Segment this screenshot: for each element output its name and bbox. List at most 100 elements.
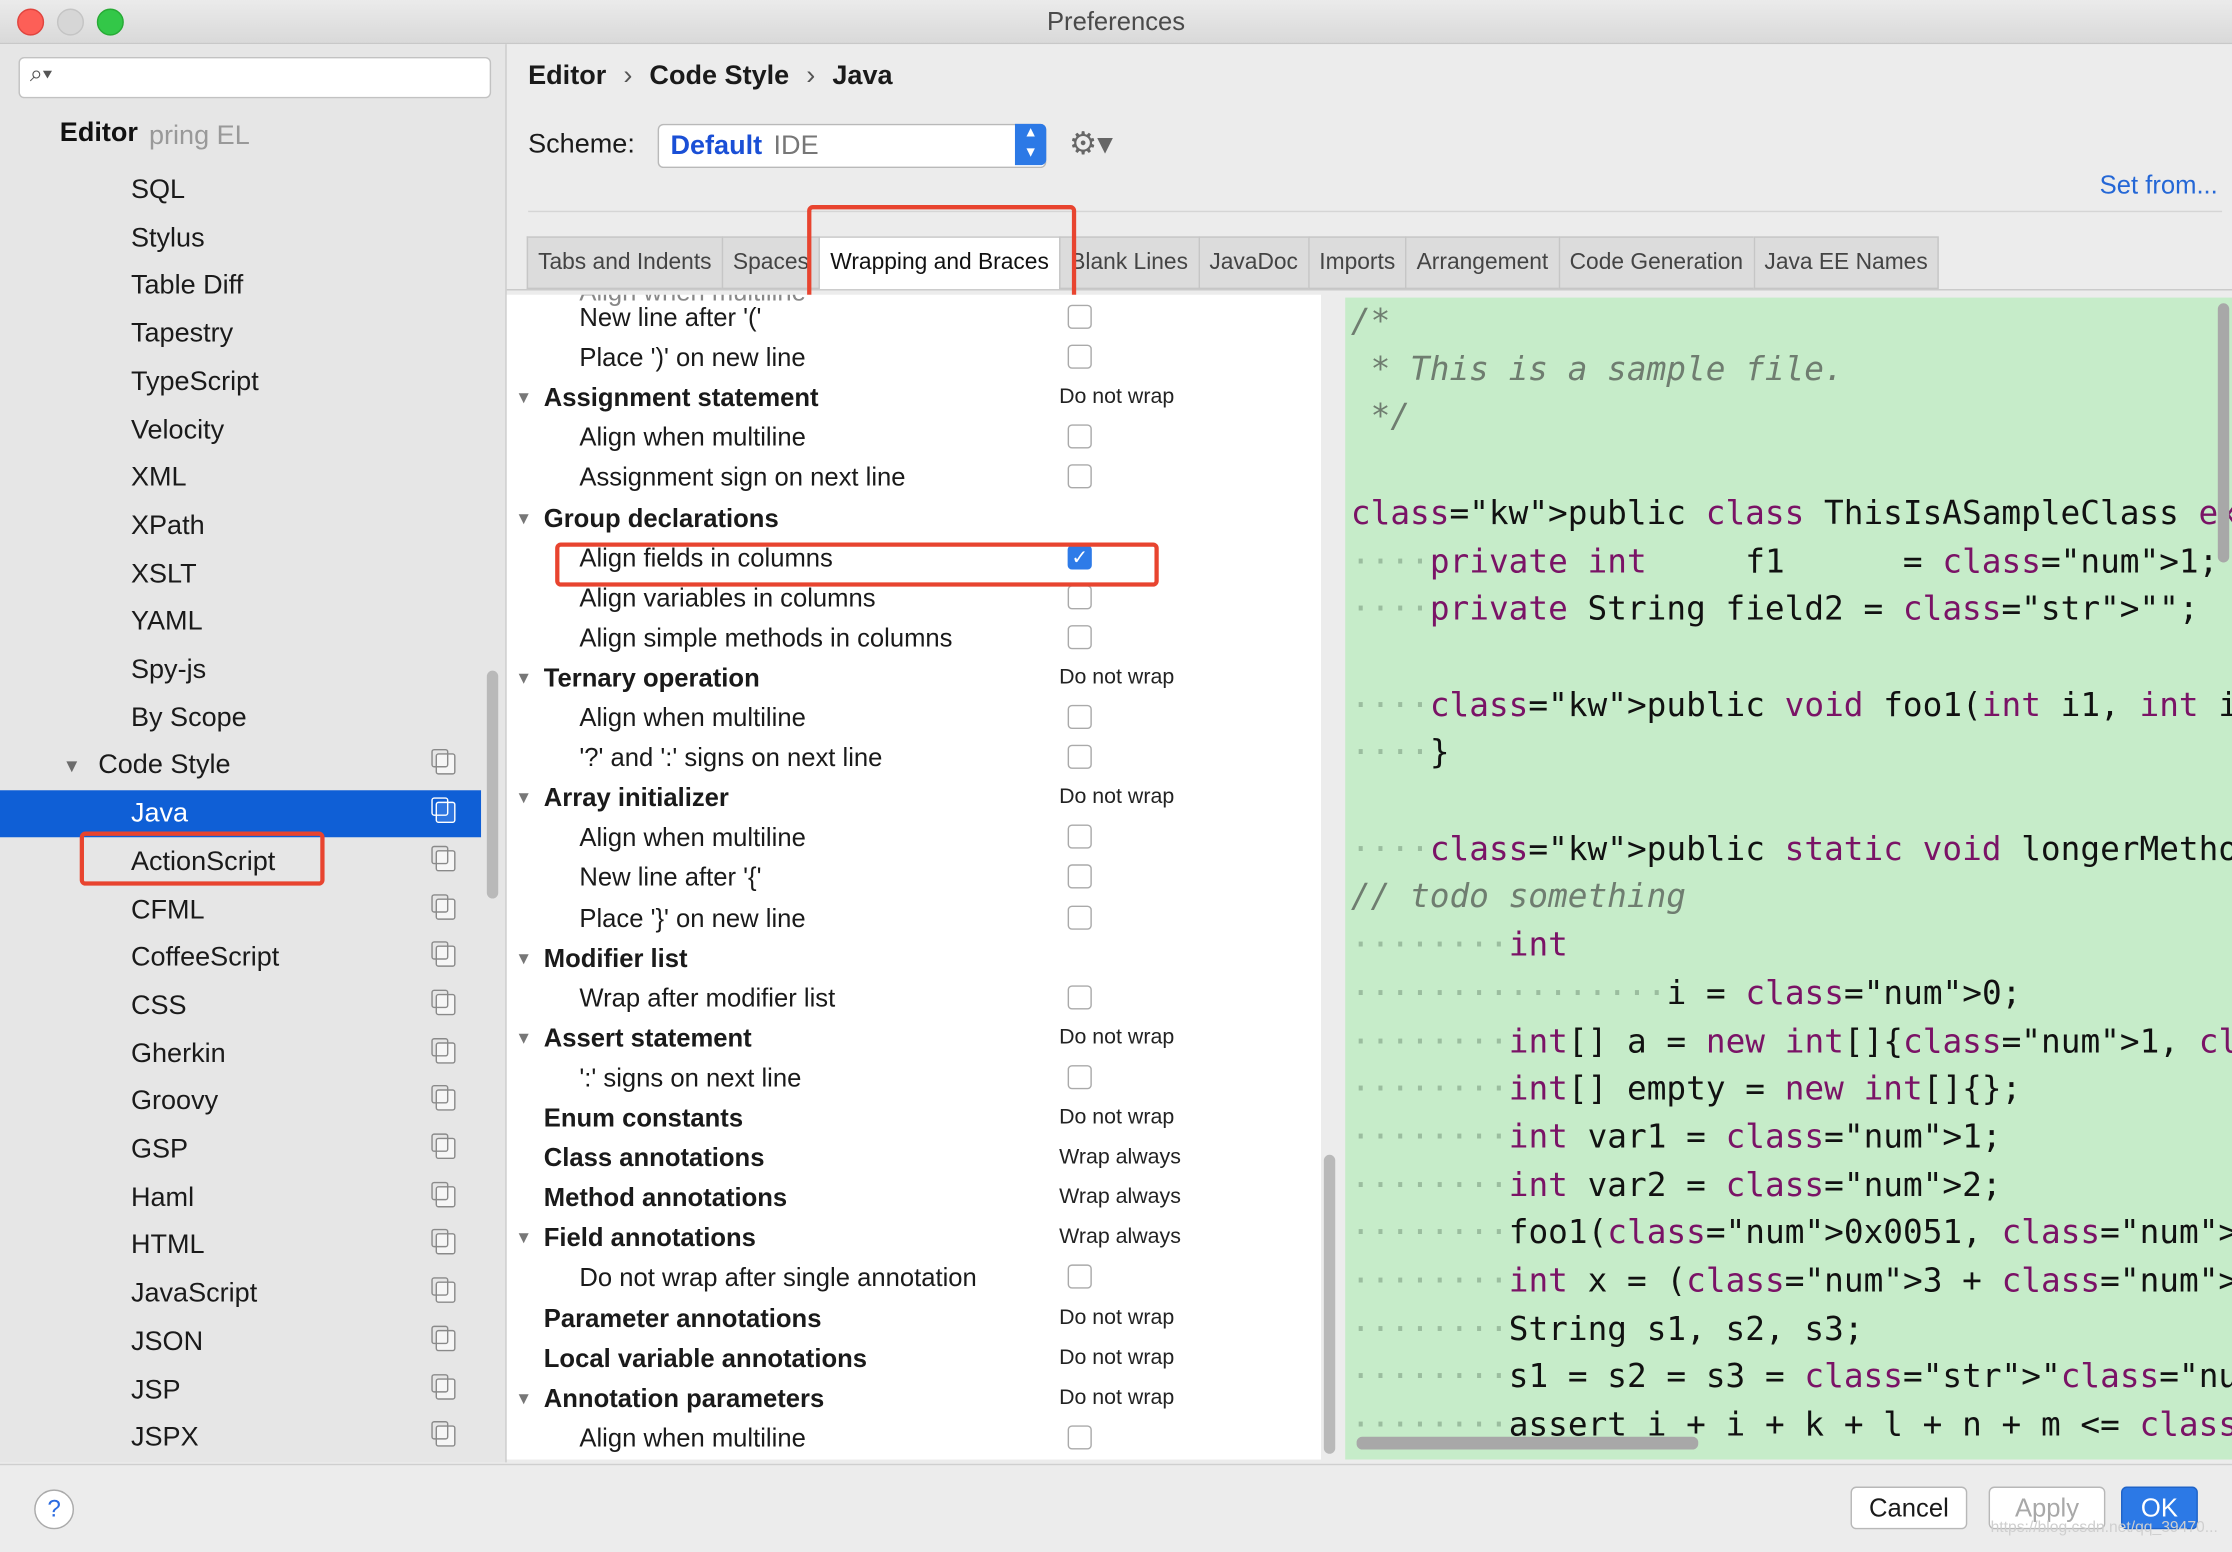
sidebar-item[interactable]: JavaScript	[0, 1270, 481, 1317]
sidebar-item[interactable]: SQL	[0, 167, 481, 214]
code-line: ····private int f1 = class="num">1;	[1350, 543, 2219, 581]
wrap-mode-select[interactable]: Do not wrap	[1059, 778, 1174, 818]
option-checkbox[interactable]	[1067, 824, 1092, 850]
breadcrumb-editor[interactable]: Editor	[528, 61, 606, 91]
option-label: Align when multiline	[579, 703, 806, 732]
tab-tabs-and-indents[interactable]: Tabs and Indents	[526, 236, 722, 290]
sidebar-item[interactable]: Gherkin	[0, 1030, 481, 1077]
preview-vertical-scrollbar[interactable]	[2217, 303, 2230, 563]
sidebar-item[interactable]: JSP	[0, 1366, 481, 1413]
option-row: ▼ Annotation parameters Do not wrap	[507, 1378, 1321, 1418]
scheme-select[interactable]: Default IDE ▲ ▼	[657, 123, 1047, 169]
sidebar-item[interactable]: Groovy	[0, 1078, 481, 1125]
cancel-button[interactable]: Cancel	[1850, 1486, 1968, 1530]
wrap-mode-select[interactable]: Do not wrap	[1059, 1338, 1174, 1378]
copy-scheme-icon	[431, 1181, 456, 1208]
sidebar-item-label: XPath	[130, 511, 205, 541]
breadcrumb-code-style[interactable]: Code Style	[649, 61, 789, 91]
sidebar-item[interactable]: Spy-js	[0, 646, 481, 693]
sidebar-item[interactable]: CSS	[0, 982, 481, 1029]
collapse-triangle-icon[interactable]: ▼	[515, 658, 532, 698]
wrap-mode-select[interactable]: Do not wrap	[1059, 1018, 1174, 1058]
sidebar-item[interactable]: By Scope	[0, 694, 481, 741]
sidebar-item[interactable]: CoffeeScript	[0, 934, 481, 981]
collapse-triangle-icon[interactable]: ▼	[515, 1018, 532, 1058]
sidebar-item[interactable]: HTML	[0, 1222, 481, 1269]
copy-scheme-icon	[431, 1421, 456, 1447]
sidebar-item[interactable]: JSPX	[0, 1414, 481, 1461]
wrap-mode-select[interactable]: Wrap always	[1059, 1218, 1181, 1258]
option-checkbox[interactable]	[1067, 304, 1092, 329]
options-scrollbar[interactable]	[1323, 1154, 1336, 1454]
collapse-triangle-icon[interactable]: ▼	[515, 938, 532, 978]
help-button[interactable]: ?	[34, 1489, 75, 1530]
option-checkbox[interactable]	[1067, 624, 1092, 650]
wrap-mode-select[interactable]: Do not wrap	[1059, 658, 1174, 698]
tab-arrangement[interactable]: Arrangement	[1405, 236, 1559, 290]
sidebar-item[interactable]: XSLT	[0, 550, 481, 597]
sidebar-item[interactable]: CFML	[0, 886, 481, 933]
wrap-mode-select[interactable]: Do not wrap	[1059, 1378, 1174, 1418]
sidebar-item[interactable]: XML	[0, 454, 481, 501]
option-checkbox[interactable]	[1067, 464, 1092, 489]
settings-sidebar: ⌕▾ Spring EL Editor SQL Stylus Table Diff T…	[0, 44, 507, 1463]
sidebar-item[interactable]: Stylus	[0, 215, 481, 262]
tab-imports[interactable]: Imports	[1307, 236, 1406, 290]
option-checkbox[interactable]	[1067, 704, 1092, 730]
tab-javadoc[interactable]: JavaDoc	[1197, 236, 1308, 290]
sidebar-item-label: By Scope	[130, 702, 247, 733]
option-label: Group declarations	[543, 503, 779, 532]
sidebar-item[interactable]: Table Diff	[0, 263, 481, 310]
preview-horizontal-scrollbar[interactable]	[1356, 1436, 1699, 1450]
sidebar-item[interactable]: GSP	[0, 1126, 481, 1173]
sidebar-item[interactable]: Java	[0, 790, 482, 838]
option-row: ▼ Assert statement Do not wrap	[507, 1018, 1321, 1058]
option-checkbox[interactable]	[1067, 1264, 1092, 1290]
collapse-triangle-icon[interactable]: ▼	[515, 498, 532, 538]
option-checkbox[interactable]	[1067, 1064, 1092, 1090]
sidebar-item-label: Haml	[130, 1182, 195, 1213]
collapse-triangle-icon[interactable]: ▼	[515, 1218, 532, 1258]
sidebar-item[interactable]: XPath	[0, 502, 481, 549]
option-checkbox[interactable]	[1067, 984, 1092, 1010]
option-checkbox[interactable]	[1067, 584, 1092, 609]
wrap-mode-select[interactable]: Wrap always	[1059, 1138, 1181, 1178]
wrap-mode-select[interactable]: Do not wrap	[1059, 1298, 1174, 1338]
sidebar-item-label: Groovy	[130, 1086, 219, 1117]
tab-code-generation[interactable]: Code Generation	[1558, 236, 1754, 290]
wrapping-options-list: Align when multiline New line after '(' P…	[506, 294, 1322, 1460]
gear-icon[interactable]: ⚙▾	[1069, 125, 1113, 162]
sidebar-item[interactable]: TypeScript	[0, 359, 481, 406]
collapse-triangle-icon[interactable]: ▼	[515, 1378, 532, 1418]
wrap-mode-select[interactable]: Do not wrap	[1059, 378, 1174, 418]
sidebar-item-label: CFML	[130, 894, 205, 925]
sidebar-item-label: JSON	[130, 1326, 204, 1357]
sidebar-item[interactable]: Tapestry	[0, 311, 481, 358]
option-checkbox[interactable]	[1067, 904, 1092, 930]
option-checkbox[interactable]	[1067, 1425, 1092, 1450]
wrap-mode-select[interactable]: Wrap always	[1059, 1178, 1181, 1218]
tab-java-ee-names[interactable]: Java EE Names	[1753, 236, 1940, 290]
sidebar-scrollbar[interactable]	[486, 670, 499, 899]
collapse-triangle-icon[interactable]: ▼	[515, 378, 532, 418]
option-checkbox[interactable]	[1067, 344, 1092, 369]
set-from-link[interactable]: Set from...	[2100, 171, 2218, 201]
code-line: // todo something	[1350, 879, 1687, 917]
expand-triangle-icon[interactable]: ▼	[63, 742, 81, 789]
option-checkbox[interactable]	[1067, 864, 1092, 890]
settings-search-input[interactable]: ⌕▾	[18, 56, 492, 99]
sidebar-item[interactable]: Velocity	[0, 407, 481, 454]
option-checkbox[interactable]	[1067, 744, 1092, 770]
app-root: Preferences ⌕▾ Spring EL Editor SQL Stylu…	[0, 0, 2232, 1552]
sidebar-item-label: Tapestry	[130, 319, 234, 349]
wrap-mode-select[interactable]: Do not wrap	[1059, 1098, 1174, 1138]
sidebar-item[interactable]: Haml	[0, 1174, 481, 1221]
sidebar-item[interactable]: JSON	[0, 1318, 481, 1365]
option-checkbox[interactable]	[1067, 424, 1092, 449]
breadcrumb-java[interactable]: Java	[832, 61, 892, 91]
sidebar-item[interactable]: ▼ Code Style	[0, 742, 481, 789]
tab-spaces[interactable]: Spaces	[721, 236, 819, 290]
tab-blank-lines[interactable]: Blank Lines	[1058, 236, 1198, 290]
sidebar-item[interactable]: YAML	[0, 598, 481, 645]
collapse-triangle-icon[interactable]: ▼	[515, 778, 532, 818]
